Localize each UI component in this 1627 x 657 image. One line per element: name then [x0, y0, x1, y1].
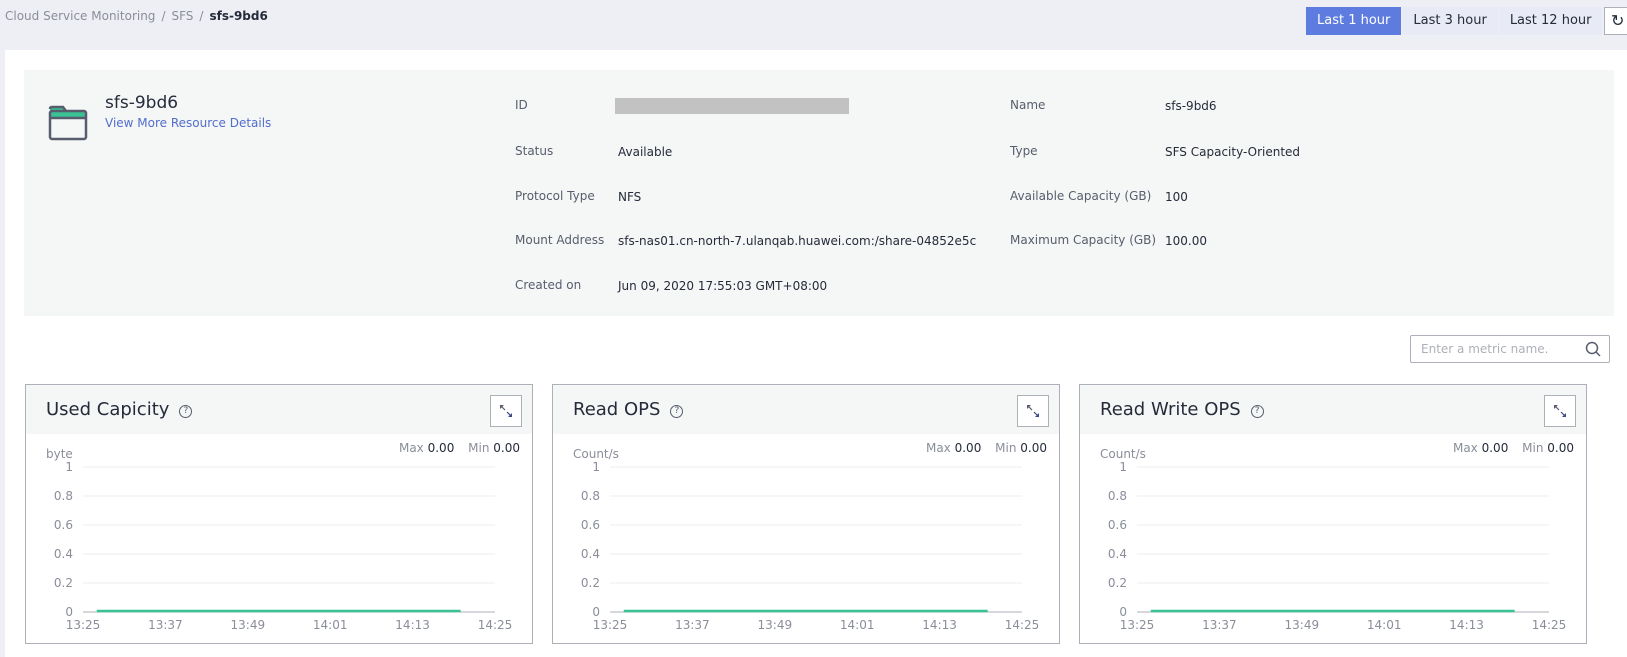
y-tick-label: 0.4	[581, 547, 600, 561]
chart-card-used-capacity: Used Capicity? byte Max 0.00 Min 0.00 00…	[25, 384, 533, 644]
time-range-3-hour-button[interactable]: Last 3 hour	[1402, 7, 1498, 35]
chart-header: Read Write OPS?	[1080, 385, 1586, 434]
x-tick-label: 13:49	[231, 618, 266, 632]
field-value: sfs-nas01.cn-north-7.ulanqab.huawei.com:…	[618, 234, 977, 248]
field-value: SFS Capacity-Oriented	[1165, 145, 1301, 159]
expand-chart-button[interactable]	[490, 395, 522, 427]
x-tick-label: 14:25	[1005, 618, 1040, 632]
metric-search-input[interactable]	[1411, 336, 1571, 362]
y-tick-label: 0	[65, 605, 73, 619]
breadcrumb-cloud-service-monitoring[interactable]: Cloud Service Monitoring	[5, 9, 155, 23]
chart-card-read-write-ops: Read Write OPS? Count/s Max 0.00 Min 0.0…	[1079, 384, 1587, 644]
refresh-button[interactable]: ↻	[1604, 7, 1627, 35]
folder-icon	[48, 105, 88, 141]
x-tick-label: 14:01	[840, 618, 875, 632]
y-tick-label: 0.2	[54, 576, 73, 590]
x-tick-label: 13:49	[758, 618, 793, 632]
help-icon[interactable]: ?	[670, 405, 684, 418]
x-tick-label: 14:13	[1449, 618, 1484, 632]
field-label: Protocol Type	[515, 189, 595, 203]
breadcrumb-separator: /	[199, 9, 204, 23]
field-value: Available	[618, 145, 673, 159]
field-label: ID	[515, 98, 528, 112]
chart-plot: 0 0.2 0.4 0.6 0.8 1 13:25 13:37 13:49 14:01 14:13 1…	[581, 460, 1040, 632]
chart-title-text: Read OPS	[573, 399, 661, 420]
x-tick-label: 14:01	[1367, 618, 1402, 632]
x-tick-label: 13:25	[593, 618, 628, 632]
chart-title-text: Read Write OPS	[1100, 399, 1241, 420]
y-tick-label: 0.2	[1108, 576, 1127, 590]
chart-header: Read OPS?	[553, 385, 1059, 434]
field-value: sfs-9bd6	[1165, 99, 1217, 113]
field-value: Jun 09, 2020 17:55:03 GMT+08:00	[618, 279, 828, 293]
x-tick-label: 13:37	[148, 618, 183, 632]
search-icon[interactable]	[1585, 341, 1601, 357]
field-label: Mount Address	[515, 233, 605, 247]
x-tick-label: 14:25	[478, 618, 513, 632]
expand-icon	[1027, 405, 1039, 417]
y-tick-label: 0.8	[581, 489, 600, 503]
y-tick-label: 0.6	[54, 518, 73, 532]
expand-icon	[500, 405, 512, 417]
chart-card-read-ops: Read OPS? Count/s Max 0.00 Min 0.00 0 0.2…	[552, 384, 1060, 644]
chart-header: Used Capicity?	[26, 385, 532, 434]
field-label: Status	[515, 144, 554, 158]
expand-chart-button[interactable]	[1017, 395, 1049, 427]
y-tick-label: 1	[65, 460, 73, 474]
y-tick-label: 1	[1119, 460, 1127, 474]
chart-title-text: Used Capicity	[46, 399, 170, 420]
breadcrumb-current: sfs-9bd6	[209, 9, 268, 23]
y-tick-label: 0.6	[581, 518, 600, 532]
field-label: Type	[1010, 144, 1038, 158]
y-tick-label: 0.8	[54, 489, 73, 503]
x-tick-label: 13:25	[66, 618, 101, 632]
breadcrumb-sfs[interactable]: SFS	[171, 9, 193, 23]
y-tick-label: 0	[1119, 605, 1127, 619]
view-resource-details-link[interactable]: View More Resource Details	[105, 116, 271, 130]
y-tick-label: 0.2	[581, 576, 600, 590]
expand-chart-button[interactable]	[1544, 395, 1576, 427]
resource-name: sfs-9bd6	[105, 93, 179, 113]
chart-title: Read Write OPS?	[1100, 399, 1264, 420]
help-icon[interactable]: ?	[179, 405, 193, 418]
x-tick-label: 13:37	[675, 618, 710, 632]
y-tick-label: 0	[592, 605, 600, 619]
chart-title: Read OPS?	[573, 399, 684, 420]
y-tick-label: 0.4	[1108, 547, 1127, 561]
field-label: Created on	[515, 278, 582, 292]
y-tick-label: 1	[592, 460, 600, 474]
y-tick-label: 0.6	[1108, 518, 1127, 532]
y-tick-label: 0.8	[1108, 489, 1127, 503]
help-icon[interactable]: ?	[1250, 405, 1264, 418]
x-tick-label: 13:37	[1202, 618, 1237, 632]
chart-plot: 0 0.2 0.4 0.6 0.8 1 13:25 13:37 13:49 14:01 14:13 1…	[54, 460, 513, 632]
x-tick-label: 14:13	[395, 618, 430, 632]
x-tick-label: 14:13	[922, 618, 957, 632]
time-range-12-hour-button[interactable]: Last 12 hour	[1498, 7, 1603, 35]
field-label: Available Capacity (GB)	[1010, 189, 1152, 203]
breadcrumb: Cloud Service Monitoring / SFS / sfs-9bd…	[5, 9, 268, 23]
expand-icon	[1554, 405, 1566, 417]
chart-plot: 0 0.2 0.4 0.6 0.8 1 13:25 13:37 13:49 14:01 14:13 1…	[1108, 460, 1567, 632]
time-range-1-hour-button[interactable]: Last 1 hour	[1306, 7, 1402, 35]
chart-title: Used Capicity?	[46, 399, 193, 420]
metric-search-box	[1410, 335, 1610, 363]
field-value: NFS	[618, 190, 642, 204]
x-tick-label: 13:25	[1120, 618, 1155, 632]
y-tick-label: 0.4	[54, 547, 73, 561]
refresh-icon: ↻	[1611, 11, 1625, 30]
x-tick-label: 13:49	[1285, 618, 1320, 632]
field-value: 100	[1165, 190, 1188, 204]
x-tick-label: 14:25	[1532, 618, 1567, 632]
breadcrumb-separator: /	[161, 9, 166, 23]
id-redacted-value	[615, 98, 849, 114]
field-label: Name	[1010, 98, 1046, 112]
x-tick-label: 14:01	[313, 618, 348, 632]
time-range-toggle: Last 1 hour Last 3 hour Last 12 hour	[1306, 7, 1603, 35]
field-label: Maximum Capacity (GB)	[1010, 233, 1157, 247]
field-value: 100.00	[1165, 234, 1207, 248]
